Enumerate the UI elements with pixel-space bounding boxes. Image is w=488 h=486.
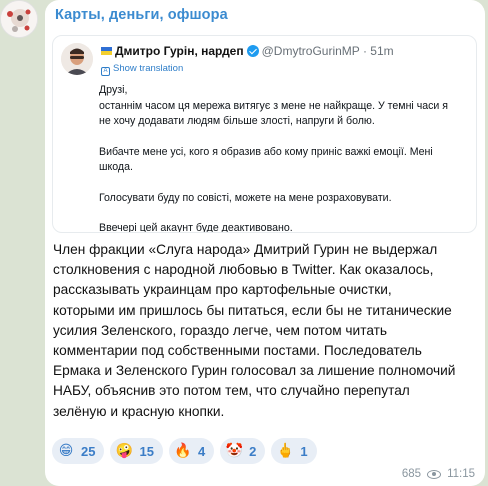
post-line: усилия Зеленского, гораздо легче, чем по…	[53, 322, 388, 338]
reaction-zany[interactable]: 🤪 15	[110, 438, 163, 464]
reaction-count: 1	[300, 443, 308, 459]
post-line: комментарии под собственными постами. По…	[53, 343, 422, 359]
tweet-header: Дмитро Гурін, нардеп @DmytroGurinMP · 51m…	[61, 43, 471, 76]
post-line: НАБУ, объяснив это потом тем, что случай…	[53, 383, 410, 399]
show-translation-link[interactable]: A Show translation	[101, 63, 183, 76]
tweet-author-avatar	[61, 43, 93, 75]
reaction-clown[interactable]: 🤡 2	[220, 438, 266, 464]
tweet-body: Друзі, останнім часом ця мережа витягує …	[99, 83, 471, 233]
channel-avatar-image	[1, 1, 37, 37]
author-photo-icon	[61, 43, 93, 75]
reaction-count: 15	[139, 443, 154, 459]
tweet-line: шкода.	[99, 161, 133, 173]
tweet-line: Вибачте мене усі, кого я образив або ком…	[99, 145, 433, 158]
reaction-fire[interactable]: 🔥 4	[168, 438, 215, 464]
message-bubble: Карты, деньги, офшора Дмитро Гурін, нард…	[45, 0, 485, 486]
tweet-line: не хочу додавати людям більше злості, на…	[99, 115, 375, 127]
grin-emoji-icon: 😁	[58, 443, 74, 459]
tweet-separator: ·	[362, 44, 367, 58]
post-line: которыми им пришлось бы питаться, если б…	[53, 302, 452, 318]
channel-title[interactable]: Карты, деньги, офшора	[55, 7, 228, 23]
zany-face-emoji-icon: 🤪	[115, 443, 134, 459]
middle-finger-emoji-icon: 🖕	[276, 443, 295, 459]
message-meta: 685 11:15	[402, 468, 475, 480]
show-translation-label: Show translation	[113, 63, 184, 74]
tweet-name-row: Дмитро Гурін, нардеп @DmytroGurinMP · 51m	[101, 44, 394, 59]
tweet-handle[interactable]: @DmytroGurinMP	[262, 44, 360, 58]
reaction-count: 2	[249, 443, 257, 459]
view-count: 685	[401, 468, 422, 480]
post-line: столкновения с народной любовью в Twitte…	[53, 262, 434, 278]
tweet-line: останнім часом ця мережа витягує з мене …	[99, 99, 449, 112]
reaction-count: 4	[197, 443, 206, 459]
tweet-line-gap	[99, 206, 471, 221]
reactions-bar: 😁 25 🤪 15 🔥 4 🤡 2 🖕 1	[52, 438, 317, 464]
translate-icon: A	[101, 67, 110, 76]
post-line: Ермака и Зеленского Гурин голосовал за л…	[53, 363, 456, 379]
reaction-middle-finger[interactable]: 🖕 1	[271, 438, 317, 464]
tweet-line: Друзі,	[99, 84, 128, 96]
post-line: рассказывать украинцам про картофельные …	[53, 282, 392, 298]
tweet-line: Голосувати буду по совісті, можете на ме…	[99, 191, 392, 204]
tweet-embed[interactable]: Дмитро Гурін, нардеп @DmytroGurinMP · 51m…	[52, 35, 477, 233]
tweet-line: Ввечері цей акаунт буде деактивовано.	[99, 222, 293, 233]
tweet-author-name[interactable]: Дмитро Гурін, нардеп	[115, 44, 244, 58]
verified-badge-icon	[246, 45, 259, 57]
ukraine-flag-icon	[101, 47, 112, 55]
post-line: зелёную и красную кнопки.	[53, 403, 225, 419]
clown-emoji-icon: 🤡	[225, 443, 243, 459]
tweet-line-gap	[99, 130, 471, 145]
eye-icon	[427, 469, 442, 479]
channel-avatar[interactable]	[0, 0, 38, 38]
post-line: Член фракции «Слуга народа» Дмитрий Гури…	[53, 242, 438, 257]
tweet-line-gap	[99, 176, 471, 191]
tweet-time: 51m	[370, 44, 394, 58]
fire-emoji-icon: 🔥	[174, 443, 192, 459]
reaction-count: 25	[81, 443, 96, 459]
reaction-grin[interactable]: 😁 25	[52, 438, 105, 464]
post-text: Член фракции «Слуга народа» Дмитрий Гури…	[53, 240, 478, 422]
message-time: 11:15	[447, 468, 475, 480]
